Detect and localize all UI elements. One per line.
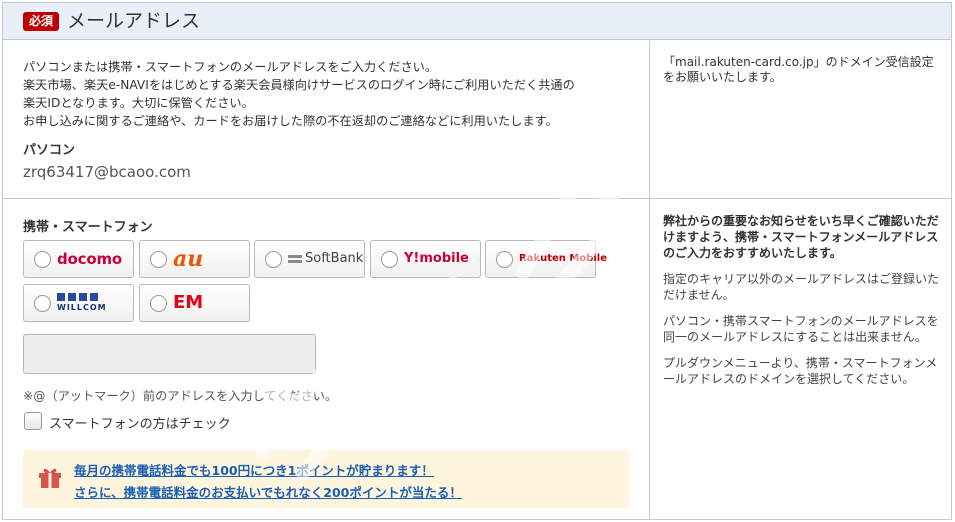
willcom-logo-text: WILLCOM (57, 303, 107, 312)
intro-line: パソコンまたは携帯・スマートフォンのメールアドレスをご入力ください。 (23, 60, 438, 74)
carrier-option-au[interactable]: au (139, 240, 250, 278)
radio-icon[interactable] (496, 251, 513, 268)
smartphone-email-row: 携帯・スマートフォン docomo au SoftBank Y!mobile R… (3, 200, 951, 520)
carrier-option-softbank[interactable]: SoftBank (254, 240, 365, 278)
smartphone-side-note-carrier: 指定のキャリア以外のメールアドレスはご登録いただけません。 (663, 272, 940, 302)
radio-icon[interactable] (381, 251, 398, 268)
rakuten-mobile-logo: Rakuten Mobile (519, 253, 607, 264)
checkbox-icon[interactable] (24, 412, 42, 430)
required-badge: 必須 (23, 12, 59, 31)
willcom-mark-icon (57, 293, 101, 301)
promo-link-points[interactable]: 毎月の携帯電話料金でも100円につき1ポイントが貯まります！ (74, 460, 434, 479)
section-title: メールアドレス (67, 10, 201, 32)
radio-icon[interactable] (150, 251, 167, 268)
radio-icon[interactable] (34, 251, 51, 268)
radio-icon[interactable] (34, 295, 51, 312)
carrier-option-rakuten-mobile[interactable]: Rakuten Mobile (485, 240, 607, 278)
smartphone-check-label[interactable]: スマートフォンの方はチェック (49, 413, 231, 432)
pc-email-value: zrq63417@bcaoo.com (23, 163, 191, 181)
smartphone-label: 携帯・スマートフォン (23, 220, 153, 235)
au-logo: au (173, 246, 204, 272)
email-section: 必須 メールアドレス パソコンまたは携帯・スマートフォンのメールアドレスをご入力… (2, 2, 952, 520)
pc-label: パソコン (23, 143, 76, 158)
intro-line: 楽天市場、楽天e-NAVIをはじめとする楽天会員様向けサービスのログイン時にご利… (23, 78, 575, 92)
pc-intro-text: パソコンまたは携帯・スマートフォンのメールアドレスをご入力ください。 楽天市場、… (23, 58, 633, 130)
carrier-option-willcom[interactable]: WILLCOM (23, 284, 134, 322)
intro-line: お申し込みに関するご連絡や、カードをお届けした際の不在返却のご連絡などに利用いた… (23, 114, 558, 128)
promo-link-bonus[interactable]: さらに、携帯電話料金のお支払いでもれなく200ポイントが当たる！ (74, 482, 462, 501)
smartphone-address-input[interactable] (23, 334, 316, 374)
gift-icon (39, 468, 61, 488)
carrier-option-em[interactable]: EM (139, 284, 250, 322)
softbank-logo: SoftBank (288, 241, 363, 277)
pc-email-row: パソコンまたは携帯・スマートフォンのメールアドレスをご入力ください。 楽天市場、… (3, 41, 951, 199)
willcom-logo: WILLCOM (57, 293, 107, 313)
smartphone-side-note-same-address: パソコン・携帯スマートフォンのメールアドレスを同一のメールアドレスにすることは出… (663, 314, 939, 344)
carrier-option-docomo[interactable]: docomo (23, 240, 134, 278)
promo-banner: 毎月の携帯電話料金でも100円につき1ポイントが貯まります！ さらに、携帯電話料… (23, 450, 629, 508)
intro-line: 楽天IDとなります。大切に保管ください。 (23, 96, 254, 110)
radio-icon[interactable] (265, 251, 282, 268)
docomo-logo: docomo (57, 250, 122, 268)
smartphone-side-note-recommend: 弊社からの重要なお知らせをいち早くご確認いただけますよう、携帯・スマートフォンメ… (663, 214, 939, 260)
pc-side-note: 「mail.rakuten-card.co.jp」のドメイン受信設定をお願いいた… (663, 55, 934, 84)
radio-icon[interactable] (150, 295, 167, 312)
section-header: 必須 メールアドレス (3, 3, 951, 40)
em-logo: EM (173, 292, 204, 313)
carrier-option-ymobile[interactable]: Y!mobile (370, 240, 481, 278)
address-note: ※@（アットマーク）前のアドレスを入力してください。 (23, 389, 338, 403)
softbank-logo-text: SoftBank (305, 251, 364, 266)
smartphone-side-note-domain: プルダウンメニューより、携帯・スマートフォンメールアドレスのドメインを選択してく… (663, 356, 938, 386)
ymobile-logo: Y!mobile (404, 251, 469, 266)
softbank-bars-icon (288, 254, 302, 263)
